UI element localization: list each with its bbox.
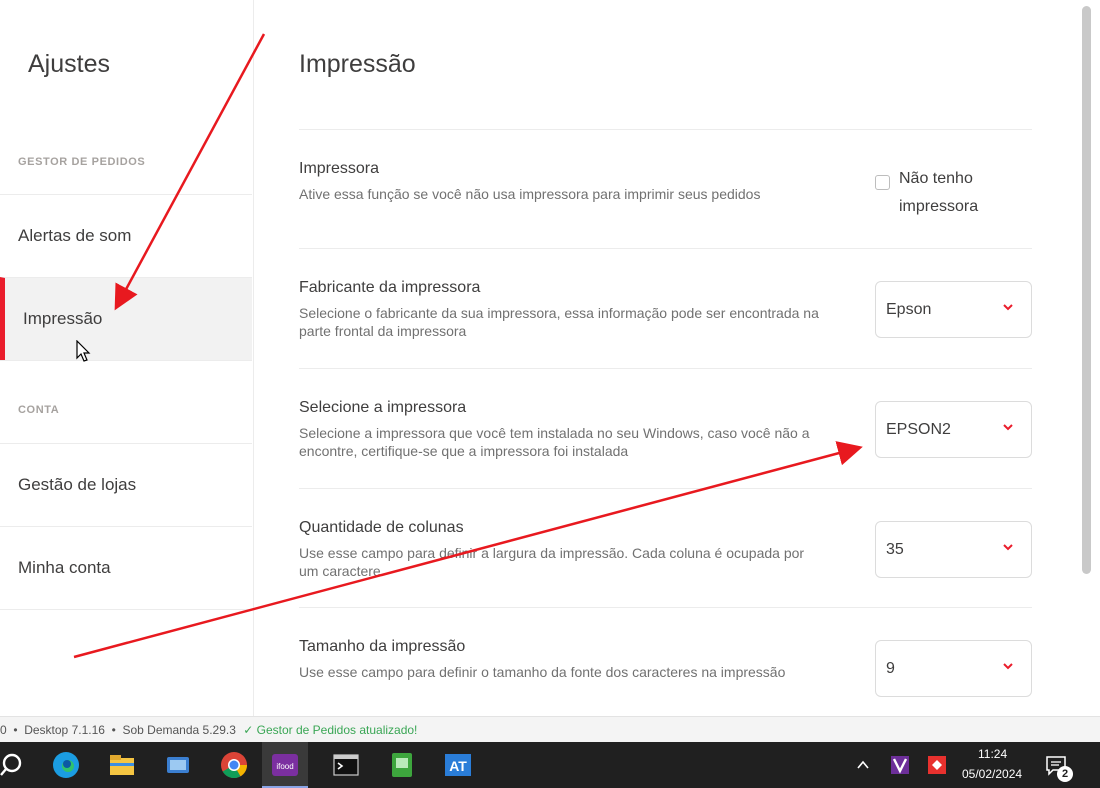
checkbox-label[interactable]: Não tenho impressora — [899, 165, 1029, 221]
svg-text:ifood: ifood — [276, 762, 293, 771]
sidebar-item-label: Impressão — [23, 309, 103, 328]
chrome-icon[interactable] — [218, 749, 250, 781]
setting-title: Quantidade de colunas — [299, 519, 464, 536]
setting-row-printer: Selecione a impressora Selecione a impre… — [299, 368, 1032, 487]
sidebar-item-impressao[interactable]: Impressão — [0, 277, 252, 360]
taskbar: ifood AT 11:24 05/02/2024 2 — [0, 742, 1100, 788]
green-app-icon[interactable] — [386, 749, 418, 781]
checkbox-box[interactable] — [875, 175, 890, 190]
page-title: Impressão — [299, 50, 416, 78]
setting-title: Tamanho da impressão — [299, 638, 466, 655]
setting-title: Fabricante da impressora — [299, 279, 481, 296]
update-status: ✓ Gestor de Pedidos atualizado! — [243, 722, 418, 737]
terminal-icon[interactable] — [330, 749, 362, 781]
chevron-up-icon[interactable] — [855, 757, 871, 773]
setting-title: Impressora — [299, 160, 380, 177]
version-info: 0 • Desktop 7.1.16 • Sob Demanda 5.29.3 — [0, 722, 240, 737]
sidebar-item-alertas-de-som[interactable]: Alertas de som — [0, 194, 252, 277]
chevron-down-icon — [1003, 544, 1013, 551]
setting-title: Selecione a impressora — [299, 399, 467, 416]
columns-select[interactable]: 35 — [875, 521, 1032, 578]
setting-row-impressora: Impressora Ative essa função se você não… — [299, 129, 1032, 248]
select-value: 35 — [886, 540, 904, 558]
ifood-icon[interactable]: ifood — [269, 749, 301, 781]
sidebar-item-minha-conta[interactable]: Minha conta — [0, 526, 252, 609]
clock-date[interactable]: 05/02/2024 — [962, 767, 1022, 781]
section-conta: CONTA — [18, 404, 60, 416]
tray-app-icon[interactable] — [889, 754, 911, 776]
setting-description: Use esse campo para definir o tamanho da… — [299, 664, 786, 680]
mouse-cursor-icon — [76, 340, 91, 362]
sidebar-item-gestao-de-lojas[interactable]: Gestão de lojas — [0, 443, 252, 526]
divider — [0, 360, 252, 361]
printer-select[interactable]: EPSON2 — [875, 401, 1032, 458]
select-value: Epson — [886, 300, 932, 318]
svg-text:AT: AT — [449, 758, 467, 774]
chevron-down-icon — [1003, 304, 1013, 311]
at-app-icon[interactable]: AT — [442, 749, 474, 781]
status-bar: 0 • Desktop 7.1.16 • Sob Demanda 5.29.3 … — [0, 716, 1100, 742]
select-value: EPSON2 — [886, 420, 951, 438]
setting-description: Selecione o fabricante da sua impressora… — [299, 305, 819, 339]
setting-row-fabricante: Fabricante da impressora Selecione o fab… — [299, 248, 1032, 367]
sidebar-item-label: Alertas de som — [18, 226, 132, 245]
sidebar: Ajustes GESTOR DE PEDIDOS Alertas de som… — [0, 0, 254, 716]
setting-row-print-size: Tamanho da impressão Use esse campo para… — [299, 607, 1032, 726]
clock-time[interactable]: 11:24 — [978, 747, 1007, 761]
app-window-icon[interactable] — [162, 749, 194, 781]
divider — [0, 609, 252, 610]
setting-description: Ative essa função se você não usa impres… — [299, 186, 761, 202]
settings-window: Ajustes GESTOR DE PEDIDOS Alertas de som… — [0, 0, 1100, 716]
no-printer-checkbox[interactable]: Não tenho impressora — [875, 165, 1032, 225]
print-size-select[interactable]: 9 — [875, 640, 1032, 697]
setting-description: Selecione a impressora que você tem inst… — [299, 425, 810, 459]
section-gestor-de-pedidos: GESTOR DE PEDIDOS — [18, 156, 146, 168]
select-value: 9 — [886, 659, 895, 677]
setting-description: Use esse campo para definir a largura da… — [299, 545, 805, 579]
chevron-down-icon — [1003, 424, 1013, 431]
edge-icon[interactable] — [50, 749, 82, 781]
search-icon[interactable] — [0, 749, 32, 781]
notification-badge: 2 — [1057, 766, 1073, 782]
sidebar-item-label: Minha conta — [18, 558, 111, 577]
chevron-down-icon — [1003, 663, 1013, 670]
anydesk-icon[interactable] — [926, 754, 948, 776]
manufacturer-select[interactable]: Epson — [875, 281, 1032, 338]
sidebar-title: Ajustes — [28, 50, 110, 78]
scrollbar[interactable] — [1082, 6, 1091, 574]
sidebar-item-label: Gestão de lojas — [18, 475, 137, 494]
file-explorer-icon[interactable] — [106, 749, 138, 781]
setting-row-columns: Quantidade de colunas Use esse campo par… — [299, 488, 1032, 607]
